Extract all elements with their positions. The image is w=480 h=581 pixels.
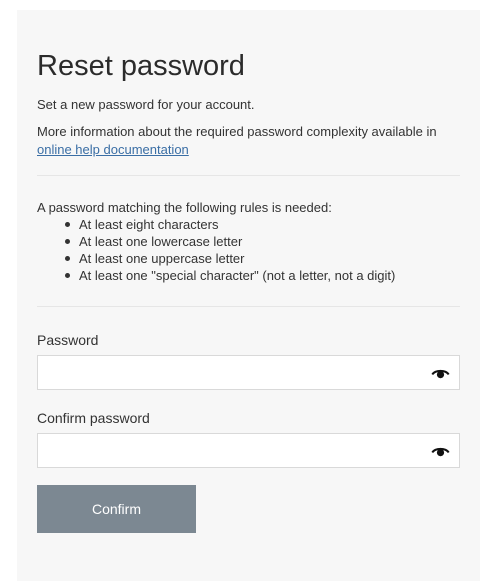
reset-password-card: Reset password Set a new password for yo… [17, 10, 480, 581]
eye-icon[interactable] [431, 445, 450, 457]
help-info: More information about the required pass… [37, 123, 460, 159]
confirm-password-field-wrapper [37, 433, 460, 468]
password-input[interactable] [38, 356, 428, 389]
eye-icon[interactable] [431, 367, 450, 379]
confirm-password-label: Confirm password [37, 410, 150, 426]
rule-item: At least one "special character" (not a … [65, 267, 460, 284]
help-info-text: More information about the required pass… [37, 124, 437, 139]
page-title: Reset password [37, 50, 245, 82]
password-field-wrapper [37, 355, 460, 390]
password-rules-list: At least eight characters At least one l… [37, 216, 460, 284]
online-help-link[interactable]: online help documentation [37, 142, 189, 157]
divider [37, 306, 460, 307]
rule-item: At least eight characters [65, 216, 460, 233]
confirm-password-input[interactable] [38, 434, 428, 467]
page-subtitle: Set a new password for your account. [37, 97, 255, 112]
rule-item: At least one lowercase letter [65, 233, 460, 250]
divider [37, 175, 460, 176]
confirm-button[interactable]: Confirm [37, 485, 196, 533]
rule-item: At least one uppercase letter [65, 250, 460, 267]
rules-intro: A password matching the following rules … [37, 200, 332, 215]
password-label: Password [37, 332, 99, 348]
